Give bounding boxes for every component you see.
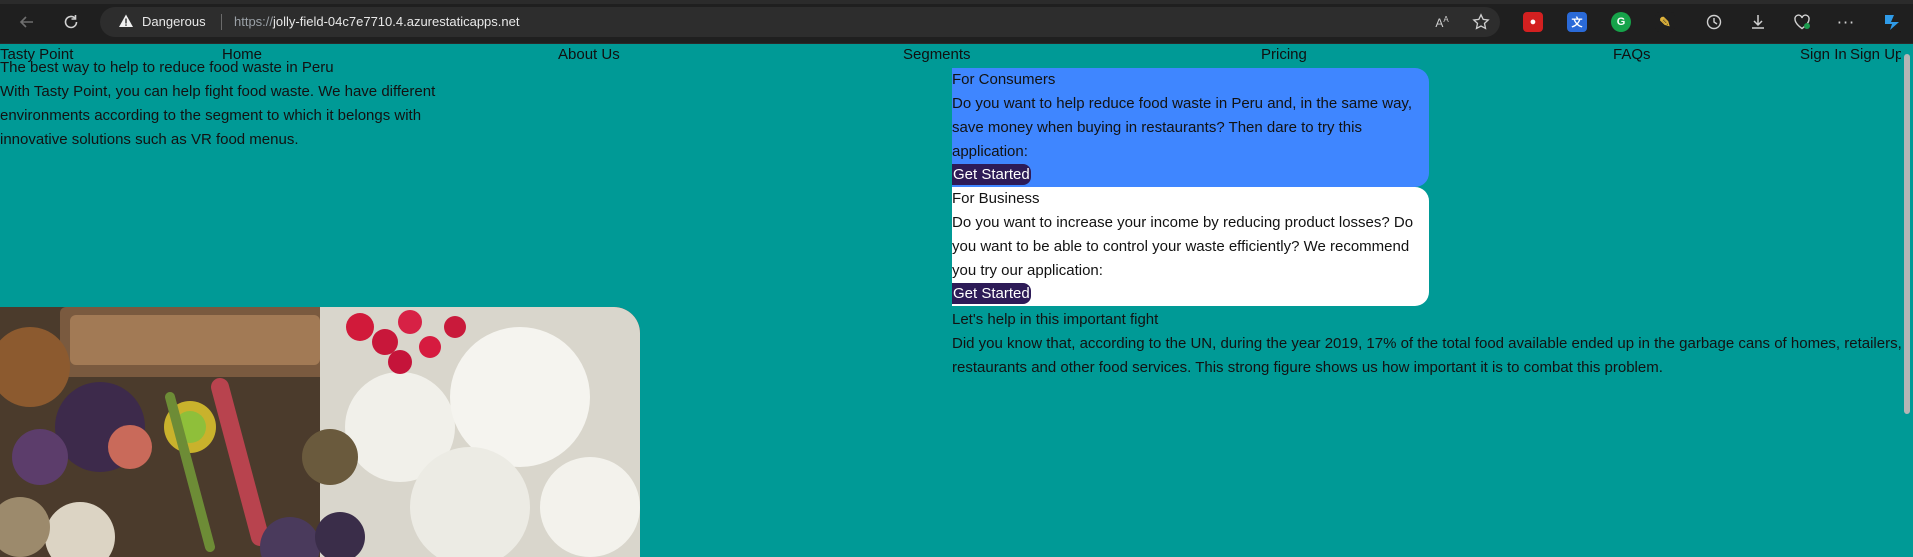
consumer-card: For Consumers Do you want to help reduce… — [952, 68, 1429, 187]
nav-segments[interactable]: Segments — [903, 46, 971, 63]
extension-icon[interactable]: 文 — [1567, 12, 1587, 32]
address-separator — [221, 14, 222, 30]
consumer-text: Do you want to help reduce food waste in… — [952, 95, 1412, 160]
extension-icon[interactable]: ✎ — [1655, 12, 1675, 32]
reload-icon[interactable] — [59, 10, 83, 34]
fight-text: Did you know that, according to the UN, … — [952, 335, 1902, 376]
nav-sign-in[interactable]: Sign In — [1800, 46, 1847, 63]
back-icon[interactable] — [15, 10, 39, 34]
page-scrollbar[interactable] — [1901, 44, 1913, 557]
nav-faqs[interactable]: FAQs — [1613, 46, 1651, 63]
download-icon[interactable] — [1746, 10, 1770, 34]
nav-pricing[interactable]: Pricing — [1261, 46, 1307, 63]
copilot-icon[interactable] — [1880, 10, 1904, 34]
consumer-title: For Consumers — [952, 71, 1056, 88]
hero-description: With Tasty Point, you can help fight foo… — [0, 83, 436, 148]
more-icon[interactable]: ··· — [1834, 10, 1858, 34]
business-card: For Business Do you want to increase you… — [952, 187, 1429, 306]
url-text[interactable]: https://jolly-field-04c7e7710.4.azuresta… — [234, 14, 519, 29]
browser-toolbar: Dangerous https://jolly-field-04c7e7710.… — [0, 0, 1913, 44]
url-protocol: https:// — [234, 14, 274, 29]
health-icon[interactable] — [1790, 10, 1814, 34]
hero-tagline: The best way to help to reduce food wast… — [0, 59, 334, 76]
consumer-get-started-button[interactable]: Get Started — [952, 164, 1031, 185]
url-host: jolly-field-04c7e7710.4.azurestaticapps.… — [273, 14, 520, 29]
business-title: For Business — [952, 190, 1040, 207]
nav-about-us[interactable]: About Us — [558, 46, 620, 63]
address-bar[interactable]: Dangerous https://jolly-field-04c7e7710.… — [100, 7, 1500, 37]
food-photo — [0, 307, 640, 557]
business-get-started-button[interactable]: Get Started — [952, 283, 1031, 304]
favorite-star-icon[interactable] — [1469, 10, 1493, 34]
read-aloud-icon[interactable]: AA — [1430, 10, 1454, 34]
extension-icon[interactable]: G — [1611, 12, 1631, 32]
tab-strip-edge — [0, 0, 1913, 4]
warning-icon — [119, 14, 133, 27]
web-page: Tasty Point Home About Us Segments Prici… — [0, 44, 1913, 557]
nav-sign-up[interactable]: Sign Up — [1850, 46, 1903, 63]
business-text: Do you want to increase your income by r… — [952, 214, 1414, 279]
scrollbar-thumb[interactable] — [1904, 54, 1910, 414]
history-icon[interactable] — [1702, 10, 1726, 34]
fight-title: Let's help in this important fight — [952, 311, 1159, 328]
security-status[interactable]: Dangerous — [142, 14, 206, 29]
extension-icon[interactable]: ● — [1523, 12, 1543, 32]
